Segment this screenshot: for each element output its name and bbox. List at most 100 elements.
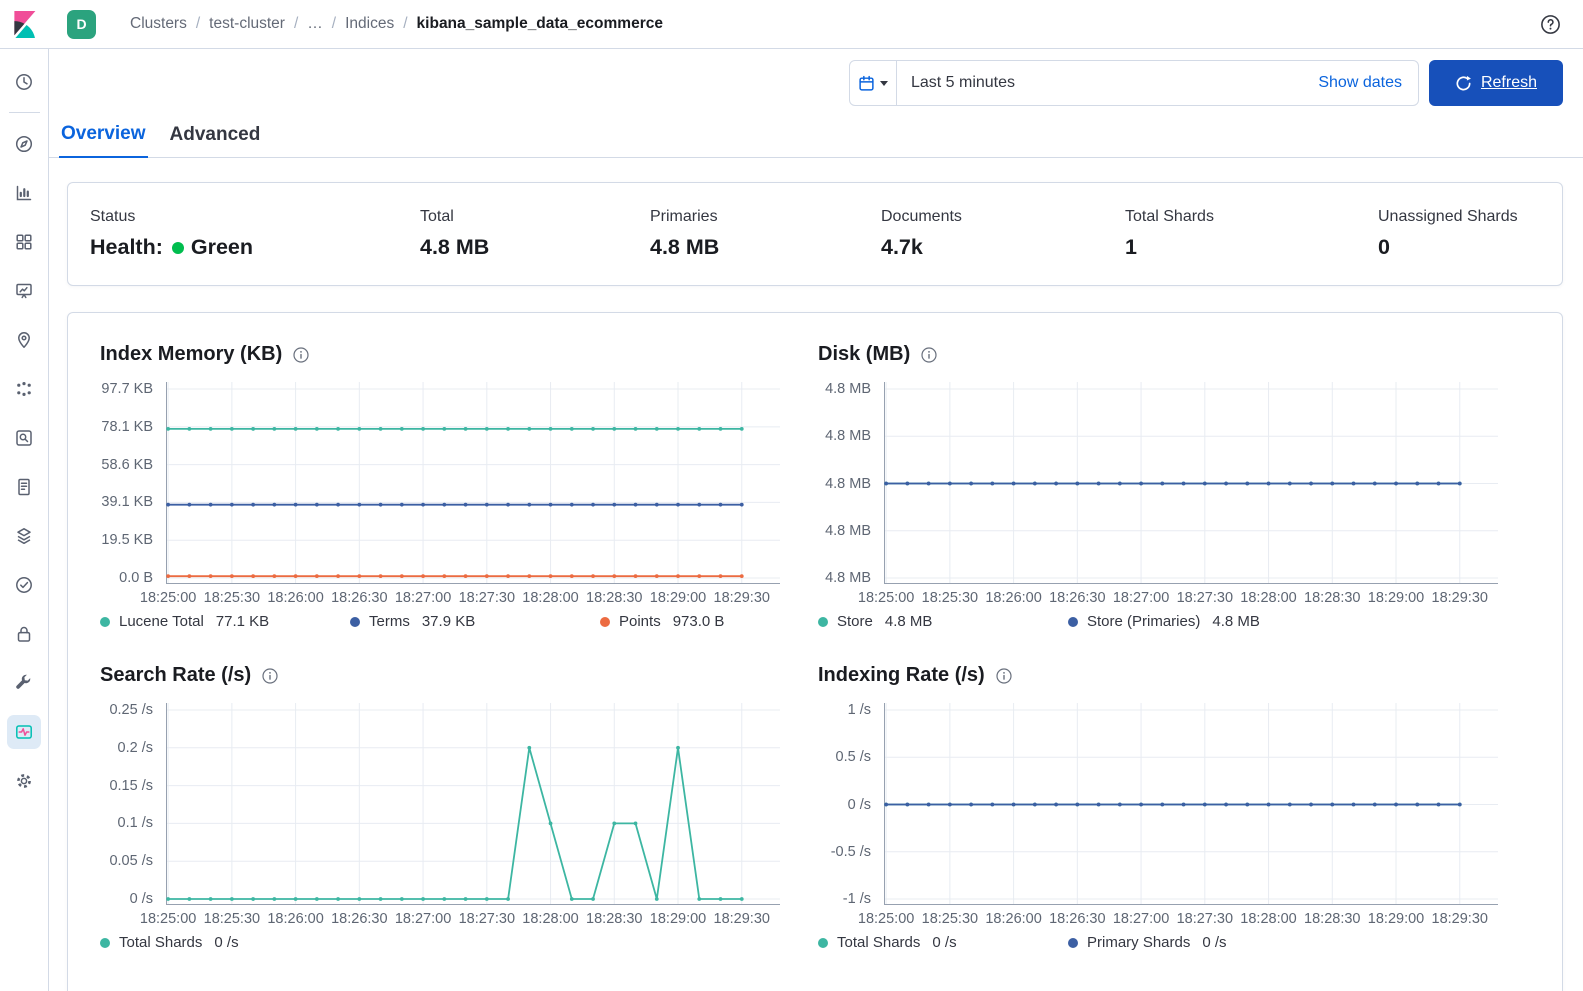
sidebar-item-enterprise-search[interactable] — [0, 413, 49, 462]
x-tick: 18:29:00 — [650, 911, 706, 927]
kibana-app: D Clusters / test-cluster / … / Indices … — [0, 0, 1583, 991]
x-tick: 18:26:00 — [985, 911, 1041, 927]
breadcrumb-clusters[interactable]: Clusters — [130, 15, 187, 33]
legend-item-lucene-total[interactable]: Lucene Total 77.1 KB — [100, 613, 350, 630]
legend-dot — [1068, 938, 1078, 948]
y-tick: 39.1 KB — [101, 494, 153, 510]
super-date-picker: Last 5 minutes Show dates — [849, 60, 1419, 106]
space-badge[interactable]: D — [67, 10, 96, 39]
sidebar-item-dashboard[interactable] — [0, 217, 49, 266]
chart-indexing-rate: Indexing Rate (/s)1 /s0.5 /s0 /s-0.5 /s-… — [818, 664, 1498, 951]
legend-value: 37.9 KB — [422, 613, 475, 630]
info-icon[interactable] — [262, 668, 278, 684]
sidebar-divider — [9, 112, 40, 113]
stat-total: Total 4.8 MB — [420, 208, 650, 260]
legend-item-total-shards[interactable]: Total Shards0 /s — [100, 934, 350, 951]
stat-total-shards: Total Shards 1 — [1125, 208, 1378, 260]
y-tick: 0 /s — [848, 797, 871, 813]
x-tick: 18:25:30 — [922, 590, 978, 606]
sidebar-item-visualize[interactable] — [0, 168, 49, 217]
show-dates-button[interactable]: Show dates — [1318, 74, 1402, 92]
time-range-value[interactable]: Last 5 minutes — [897, 74, 1318, 92]
tab-overview[interactable]: Overview — [59, 115, 148, 158]
sidebar-item-discover[interactable] — [0, 119, 49, 168]
y-tick: 97.7 KB — [101, 381, 153, 397]
sidebar-item-maps[interactable] — [0, 315, 49, 364]
legend-item-primary-shards[interactable]: Primary Shards0 /s — [1068, 934, 1318, 951]
stat-unassigned-shards: Unassigned Shards 0 — [1378, 208, 1540, 260]
sidebar-item-stack-monitoring[interactable] — [0, 707, 49, 756]
legend-dot — [818, 938, 828, 948]
refresh-icon — [1455, 75, 1472, 92]
charts-panel: Index Memory (KB)97.7 KB78.1 KB58.6 KB39… — [67, 312, 1563, 991]
quick-select-button[interactable] — [850, 61, 897, 105]
sidebar-item-logs[interactable] — [0, 462, 49, 511]
chart-search-rate: Search Rate (/s)0.25 /s0.2 /s0.15 /s0.1 … — [100, 664, 780, 951]
stat-status: Status Health: Green — [90, 208, 420, 260]
x-tick: 18:29:00 — [650, 590, 706, 606]
info-icon[interactable] — [996, 668, 1012, 684]
refresh-button[interactable]: Refresh — [1429, 60, 1563, 106]
header: D Clusters / test-cluster / … / Indices … — [0, 0, 1583, 49]
chart-index-memory: Index Memory (KB)97.7 KB78.1 KB58.6 KB39… — [100, 343, 780, 630]
y-tick: 0.1 /s — [118, 815, 153, 831]
x-tick: 18:29:30 — [714, 911, 770, 927]
y-tick: 4.8 MB — [825, 381, 871, 397]
y-tick: 4.8 MB — [825, 523, 871, 539]
recent-items-icon[interactable] — [0, 57, 49, 106]
index-summary-panel: Status Health: Green Total 4.8 MB Primar… — [67, 182, 1563, 286]
legend-item-store[interactable]: Store4.8 MB — [818, 613, 1068, 630]
info-icon[interactable] — [921, 347, 937, 363]
help-icon[interactable] — [1540, 14, 1561, 35]
x-tick: 18:29:00 — [1368, 590, 1424, 606]
legend-name: Lucene Total — [119, 613, 204, 630]
y-tick: 0.0 B — [119, 570, 153, 586]
legend-value: 77.1 KB — [216, 613, 269, 630]
legend: Total Shards0 /s — [100, 934, 780, 951]
y-tick: -0.5 /s — [831, 844, 871, 860]
stat-primaries: Primaries 4.8 MB — [650, 208, 881, 260]
legend-value: 0 /s — [1202, 934, 1226, 951]
x-tick: 18:25:00 — [140, 590, 196, 606]
x-tick: 18:27:30 — [1177, 590, 1233, 606]
chevron-down-icon — [880, 81, 888, 86]
plot-search-rate[interactable] — [166, 703, 780, 905]
sidebar-item-security[interactable] — [0, 609, 49, 658]
legend-item-store-primaries-[interactable]: Store (Primaries)4.8 MB — [1068, 613, 1318, 630]
x-tick: 18:27:00 — [1113, 911, 1169, 927]
tab-advanced[interactable]: Advanced — [168, 115, 263, 157]
legend-item-points[interactable]: Points973.0 B — [600, 613, 850, 630]
breadcrumb: Clusters / test-cluster / … / Indices / … — [130, 15, 663, 33]
y-tick: 0.2 /s — [118, 740, 153, 756]
y-tick: 4.8 MB — [825, 476, 871, 492]
sidebar-item-dev-tools[interactable] — [0, 658, 49, 707]
legend-name: Store — [837, 613, 873, 630]
breadcrumb-cluster-name[interactable]: test-cluster — [209, 15, 285, 33]
plot-index-memory[interactable] — [166, 382, 780, 584]
sidebar-item-metrics[interactable] — [0, 511, 49, 560]
x-tick: 18:28:30 — [586, 590, 642, 606]
plot-disk[interactable] — [884, 382, 1498, 584]
legend-name: Total Shards — [837, 934, 920, 951]
plot-indexing-rate[interactable] — [884, 703, 1498, 905]
x-axis: 18:25:0018:25:3018:26:0018:26:3018:27:00… — [884, 584, 1498, 604]
stat-label: Status — [90, 208, 420, 226]
sidebar-item-canvas[interactable] — [0, 266, 49, 315]
x-tick: 18:25:30 — [204, 911, 260, 927]
x-tick: 18:26:00 — [985, 590, 1041, 606]
legend-item-terms[interactable]: Terms37.9 KB — [350, 613, 600, 630]
y-tick: 0.05 /s — [109, 853, 153, 869]
charts-grid: Index Memory (KB)97.7 KB78.1 KB58.6 KB39… — [100, 343, 1530, 951]
legend-name: Total Shards — [119, 934, 202, 951]
sidebar-item-uptime[interactable] — [0, 560, 49, 609]
kibana-logo[interactable] — [0, 0, 49, 48]
breadcrumb-collapsed[interactable]: … — [307, 15, 323, 33]
sidebar-item-machine-learning[interactable] — [0, 364, 49, 413]
y-tick: 58.6 KB — [101, 457, 153, 473]
x-tick: 18:28:30 — [586, 911, 642, 927]
info-icon[interactable] — [293, 347, 309, 363]
x-tick: 18:27:30 — [459, 911, 515, 927]
legend-item-total-shards[interactable]: Total Shards0 /s — [818, 934, 1068, 951]
sidebar-item-stack-management[interactable] — [0, 756, 49, 805]
breadcrumb-indices[interactable]: Indices — [345, 15, 394, 33]
